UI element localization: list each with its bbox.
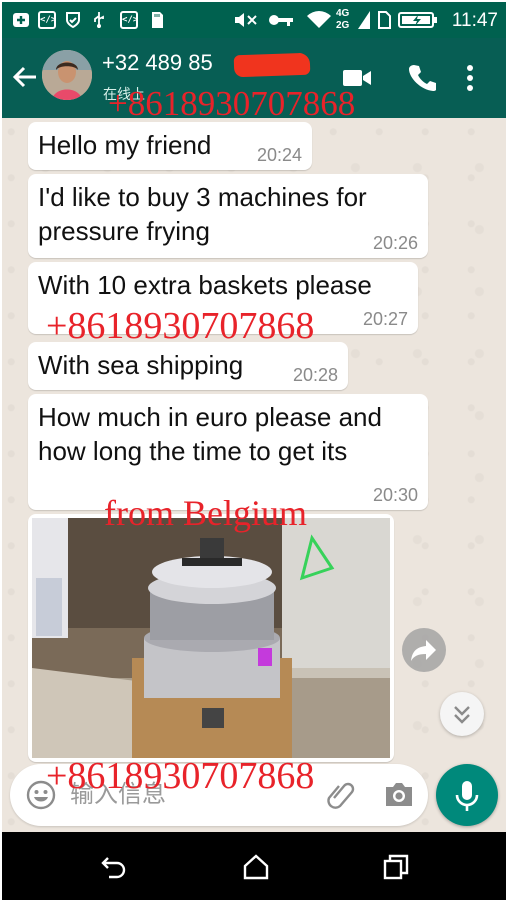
message-bubble[interactable]: With sea shipping 20:28 xyxy=(28,342,348,390)
contact-avatar[interactable] xyxy=(42,50,92,100)
nav-recents-icon[interactable] xyxy=(382,854,410,880)
mic-icon xyxy=(455,781,479,811)
message-time: 20:30 xyxy=(372,485,418,505)
phone-icon[interactable] xyxy=(408,63,436,91)
message-time: 20:28 xyxy=(292,365,338,385)
watermark-from-text: from Belgium xyxy=(104,493,307,533)
watermark-phone-3: +8618930707868 xyxy=(46,755,315,797)
sd-card-icon xyxy=(152,12,163,28)
shield-check-icon xyxy=(66,12,80,29)
contact-number[interactable]: +32 489 85 xyxy=(102,50,213,76)
watermark-phone-2: +8618930707868 xyxy=(46,305,315,347)
attach-icon[interactable] xyxy=(326,778,356,812)
code-notification-icon: </> xyxy=(38,11,56,29)
whatsapp-screen: </> </> 4G 2G 11:47 +32 489 85 在线上 Hello… xyxy=(2,2,506,900)
message-bubble[interactable]: I'd like to buy 3 machines for pressure … xyxy=(28,174,428,258)
usb-icon xyxy=(94,12,104,28)
add-notification-icon xyxy=(13,13,29,27)
system-navigation-bar xyxy=(2,832,506,900)
sim-card-icon xyxy=(378,11,391,29)
mute-icon xyxy=(235,13,257,27)
more-options-icon[interactable] xyxy=(466,64,474,92)
status-bar: </> </> 4G 2G 11:47 xyxy=(2,2,506,38)
redaction-mark xyxy=(233,52,311,78)
message-time: 20:27 xyxy=(362,309,408,329)
forward-icon xyxy=(411,640,436,661)
message-text: I'd like to buy 3 machines for pressure … xyxy=(38,182,367,246)
nav-home-icon[interactable] xyxy=(242,854,270,880)
message-time: 20:26 xyxy=(372,233,418,253)
image-message[interactable] xyxy=(28,514,394,762)
key-icon xyxy=(269,15,293,26)
wifi-icon xyxy=(307,11,331,28)
chat-area[interactable]: Hello my friend 20:24 I'd like to buy 3 … xyxy=(2,118,506,832)
status-clock: 11:47 xyxy=(451,10,498,31)
back-arrow-icon[interactable] xyxy=(10,62,40,92)
double-chevron-down-icon xyxy=(454,706,470,724)
forward-button[interactable] xyxy=(402,628,446,672)
pressure-fryer-photo xyxy=(32,518,390,758)
camera-icon[interactable] xyxy=(384,780,414,808)
message-time: 20:24 xyxy=(256,145,302,165)
mic-button[interactable] xyxy=(436,764,498,826)
watermark-phone-1: +8618930707868 xyxy=(108,84,356,123)
scroll-down-button[interactable] xyxy=(440,692,484,736)
battery-charging-icon xyxy=(398,12,437,28)
code-notification-icon-2: </> xyxy=(120,11,138,29)
message-text: With 10 extra baskets please xyxy=(38,270,372,300)
nav-back-icon[interactable] xyxy=(100,854,128,880)
avatar-photo xyxy=(42,50,92,100)
message-text: How much in euro please and how long the… xyxy=(38,402,382,466)
message-bubble[interactable]: Hello my friend 20:24 xyxy=(28,122,312,170)
signal-icon xyxy=(358,11,370,29)
